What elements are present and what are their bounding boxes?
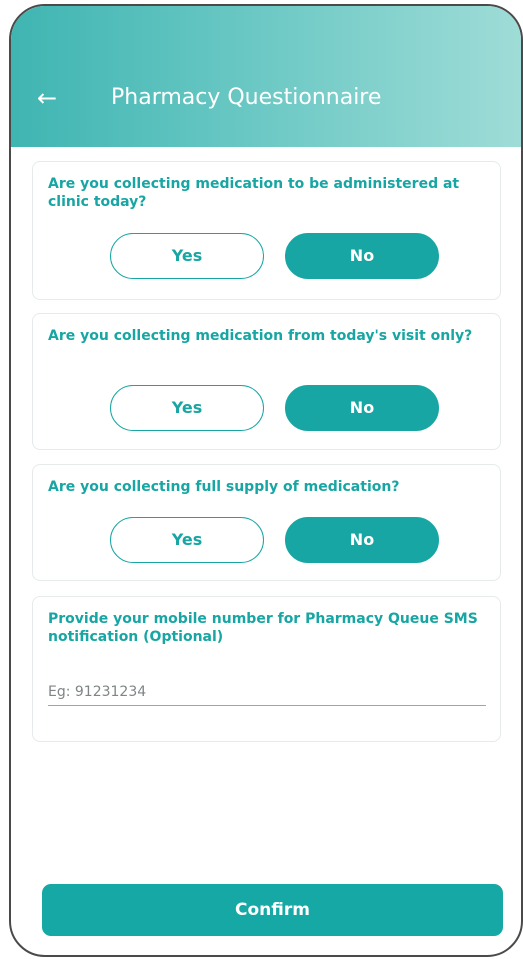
phone-frame: ← Pharmacy Questionnaire Are you collect… xyxy=(9,4,523,957)
question-text: Are you collecting full supply of medica… xyxy=(48,479,400,495)
app-header: ← Pharmacy Questionnaire xyxy=(11,6,521,147)
no-button[interactable]: No xyxy=(285,517,439,563)
page-title: Pharmacy Questionnaire xyxy=(111,85,382,110)
question-text: Are you collecting medication from today… xyxy=(48,328,473,344)
question-card-todays-visit-only: Are you collecting medication from today… xyxy=(32,313,501,450)
arrow-left-icon: ← xyxy=(36,84,58,112)
no-button[interactable]: No xyxy=(285,385,439,431)
yes-button[interactable]: Yes xyxy=(110,233,264,279)
mobile-number-card: Provide your mobile number for Pharmacy … xyxy=(32,596,501,742)
back-button[interactable]: ← xyxy=(31,82,63,114)
yes-button[interactable]: Yes xyxy=(110,517,264,563)
confirm-button[interactable]: Confirm xyxy=(42,884,503,936)
mobile-number-input[interactable] xyxy=(48,679,486,706)
mobile-number-label: Provide your mobile number for Pharmacy … xyxy=(48,611,478,645)
question-card-administered-at-clinic: Are you collecting medication to be admi… xyxy=(32,161,501,300)
yes-button[interactable]: Yes xyxy=(110,385,264,431)
question-text: Are you collecting medication to be admi… xyxy=(48,176,460,210)
no-button[interactable]: No xyxy=(285,233,439,279)
question-card-full-supply: Are you collecting full supply of medica… xyxy=(32,464,501,581)
